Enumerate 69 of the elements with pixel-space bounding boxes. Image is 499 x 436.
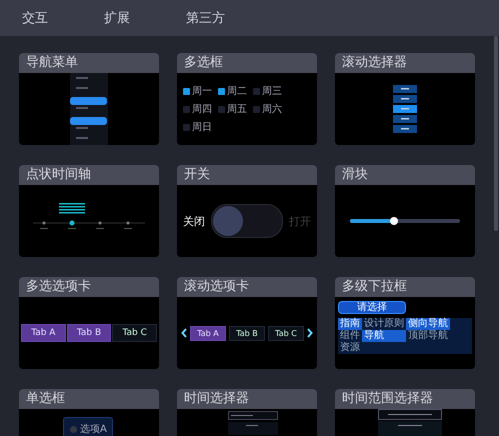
card-title: 多选选项卡 [19,277,159,297]
card-title: 滑块 [335,165,475,185]
checkbox-label: 周三 [262,85,282,98]
range-picker-drawing [378,409,442,436]
scroll-picker-drawing [393,85,417,133]
checkbox[interactable] [253,88,260,94]
time-picker-drawing [228,411,278,435]
checkbox-label: 周六 [262,102,282,116]
checkbox-label: 周五 [227,103,247,116]
radio-option-card[interactable]: 选项A [63,417,113,436]
component-card[interactable]: 滚动选项卡 Tab A Tab B Tab C [177,277,317,369]
card-title: 开关 [177,165,317,185]
checkbox-label: 周四 [192,103,212,116]
tab[interactable]: Tab B [66,324,112,342]
switch-label: 打开 [289,214,311,228]
card-title: 多选框 [177,53,317,73]
tab[interactable]: Tab C [268,326,304,340]
component-card[interactable]: 点状时间轴 [19,165,159,257]
checkbox[interactable] [218,106,225,112]
checkbox[interactable] [253,106,260,112]
cascader-option[interactable]: 顶部导航 [406,330,450,342]
cascader-option[interactable]: 导航 [362,330,406,342]
component-card[interactable]: 时间范围选择器 [335,389,475,436]
checkbox[interactable] [183,106,190,112]
cascader-option[interactable]: 指南 [338,318,362,330]
switch-label: 关闭 [183,214,205,228]
cascader-option[interactable]: 设计原则 [362,318,406,330]
nav-tab[interactable]: 扩展 [104,9,186,27]
cascader-option[interactable]: 组件 [338,330,362,342]
component-card[interactable]: 时间选择器 [177,389,317,436]
checkbox[interactable] [183,124,190,130]
component-card[interactable]: 多级下拉框 请选择 指南 组件 资源 设计原则 导航 侧向导航 顶部导航 [335,277,475,369]
card-title: 点状时间轴 [19,165,159,185]
card-title: 导航菜单 [19,53,159,73]
component-card[interactable]: 多选框 周一 周二 周三 周四 周五 周六 周日 [177,53,317,145]
component-card[interactable]: 滚动选择器 [335,53,475,145]
tab[interactable]: Tab C [112,324,158,342]
chevron-left-icon[interactable] [181,328,187,338]
checkbox-label: 周二 [227,85,247,98]
checkbox-label: 周一 [192,85,212,98]
card-title: 单选框 [19,389,159,409]
radio-label: 选项A [80,422,107,436]
cascader-option[interactable]: 侧向导航 [406,318,450,330]
card-title: 多级下拉框 [335,277,475,297]
slider-thumb[interactable] [390,217,398,225]
toggle-switch[interactable] [211,204,283,238]
card-title: 时间范围选择器 [335,389,475,409]
card-title: 时间选择器 [177,389,317,409]
tab[interactable]: Tab A [190,326,226,340]
checkbox-label: 周日 [192,121,212,134]
component-card[interactable]: 多选选项卡 Tab A Tab B Tab C [19,277,159,369]
scrollbar[interactable] [494,36,498,231]
card-title: 滚动选项卡 [177,277,317,297]
radio-button[interactable] [70,426,77,432]
nav-tab[interactable]: 第三方 [186,9,268,27]
checkbox[interactable] [218,88,225,94]
checkbox[interactable] [183,88,190,94]
nav-tab[interactable]: 交互 [22,9,104,27]
component-card[interactable]: 导航菜单 [19,53,159,145]
chevron-right-icon[interactable] [307,328,313,338]
tab[interactable]: Tab A [21,324,66,342]
component-card[interactable]: 滑块 [335,165,475,257]
component-card[interactable]: 开关 关闭 打开 [177,165,317,257]
select-dropdown[interactable]: 请选择 [338,301,406,314]
card-title: 滚动选择器 [335,53,475,73]
nav-menu-drawing [70,73,108,145]
tab[interactable]: Tab B [229,326,265,340]
component-card[interactable]: 单选框 选项A [19,389,159,436]
cascader-option[interactable]: 资源 [338,342,362,354]
